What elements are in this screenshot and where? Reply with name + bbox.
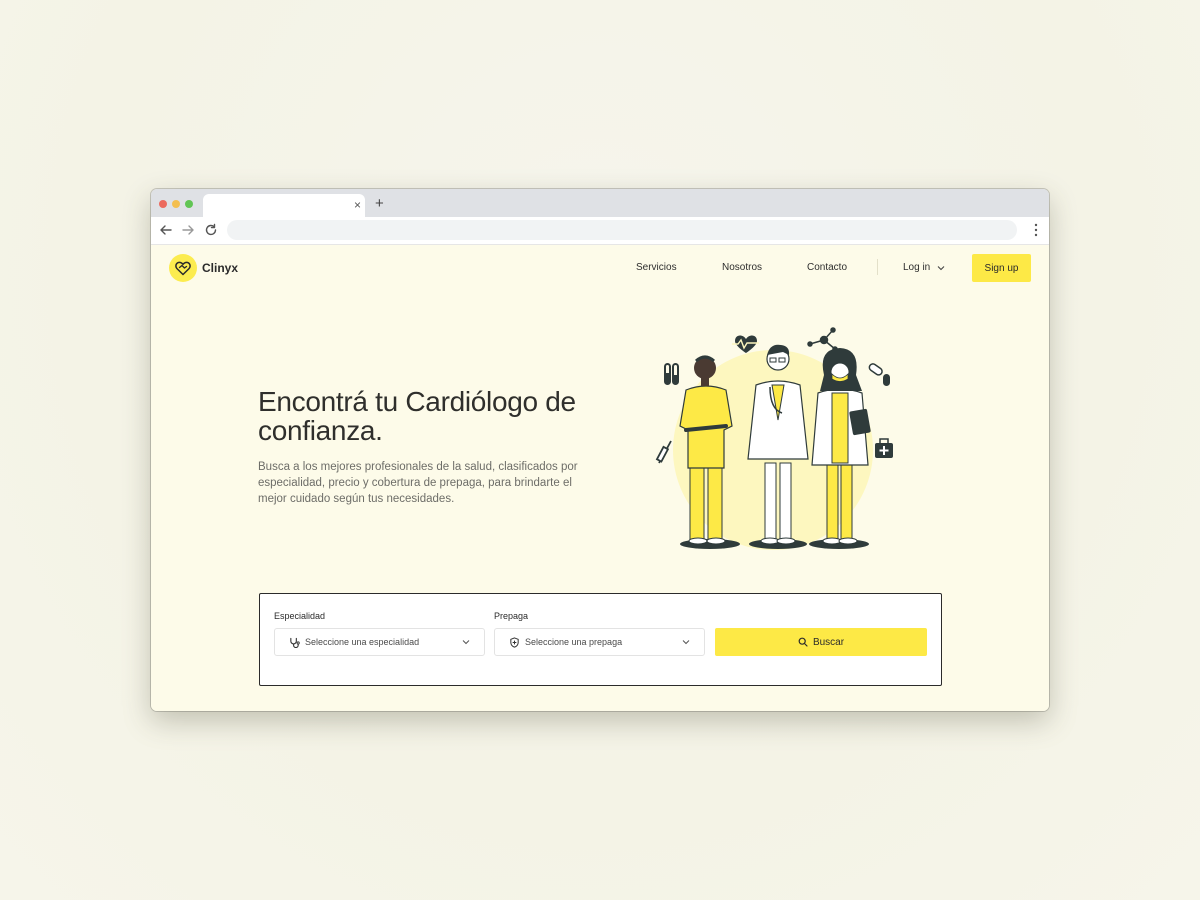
nav-link-contacto[interactable]: Contacto bbox=[807, 262, 847, 273]
specialty-select[interactable]: Seleccione una especialidad bbox=[274, 628, 485, 656]
search-button[interactable]: Buscar bbox=[715, 628, 927, 656]
search-button-label: Buscar bbox=[812, 636, 845, 648]
browser-window: × + Clinyx Servicios Nosotros Contacto L… bbox=[151, 189, 1049, 711]
more-menu-icon[interactable] bbox=[1033, 222, 1039, 238]
heartbeat-icon bbox=[732, 335, 759, 353]
tab-close-icon[interactable]: × bbox=[354, 197, 361, 213]
web-page: Clinyx Servicios Nosotros Contacto Log i… bbox=[151, 245, 1049, 711]
nav-link-nosotros[interactable]: Nosotros bbox=[722, 262, 762, 273]
login-dropdown[interactable]: Log in bbox=[903, 262, 945, 273]
heart-handshake-icon bbox=[169, 254, 197, 282]
chevron-down-icon bbox=[937, 265, 945, 270]
test-tubes-icon bbox=[664, 363, 679, 385]
specialty-label: Especialidad bbox=[274, 611, 326, 621]
medical-bag-icon bbox=[875, 438, 893, 458]
search-icon bbox=[798, 637, 808, 647]
shield-plus-icon bbox=[510, 636, 519, 648]
back-arrow-icon[interactable] bbox=[158, 222, 174, 238]
reload-icon[interactable] bbox=[203, 222, 219, 238]
molecule-icon bbox=[807, 327, 838, 352]
insurance-select[interactable]: Seleccione una prepaga bbox=[494, 628, 705, 656]
browser-tab[interactable]: × bbox=[203, 194, 365, 217]
login-label: Log in bbox=[903, 262, 931, 273]
hero-title: Encontrá tu Cardiólogo de confianza. bbox=[258, 386, 576, 446]
browser-toolbar bbox=[151, 217, 1049, 245]
doctors-illustration bbox=[655, 327, 893, 550]
new-tab-button[interactable]: + bbox=[375, 195, 384, 213]
pills-icon bbox=[868, 363, 890, 386]
insurance-label: Prepaga bbox=[494, 611, 529, 621]
forward-arrow-icon[interactable] bbox=[180, 222, 196, 238]
specialty-placeholder: Seleccione una especialidad bbox=[305, 637, 420, 647]
address-bar[interactable] bbox=[227, 220, 1017, 240]
brand-logo[interactable]: Clinyx bbox=[169, 254, 238, 282]
search-form: Especialidad Seleccione una especialidad… bbox=[259, 593, 942, 686]
maximize-window-button[interactable] bbox=[185, 200, 193, 208]
syringe-icon bbox=[655, 440, 672, 464]
chevron-down-icon bbox=[462, 640, 470, 645]
nav-divider bbox=[877, 259, 878, 275]
nav-link-servicios[interactable]: Servicios bbox=[636, 262, 677, 273]
insurance-placeholder: Seleccione una prepaga bbox=[525, 637, 623, 647]
close-window-button[interactable] bbox=[159, 200, 167, 208]
tab-bar: × + bbox=[151, 189, 1049, 217]
stethoscope-icon bbox=[290, 637, 300, 648]
brand-name: Clinyx bbox=[202, 261, 239, 275]
hero-description: Busca a los mejores profesionales de la … bbox=[258, 461, 578, 505]
signup-button[interactable]: Sign up bbox=[972, 254, 1031, 282]
minimize-window-button[interactable] bbox=[172, 200, 180, 208]
chevron-down-icon bbox=[682, 640, 690, 645]
